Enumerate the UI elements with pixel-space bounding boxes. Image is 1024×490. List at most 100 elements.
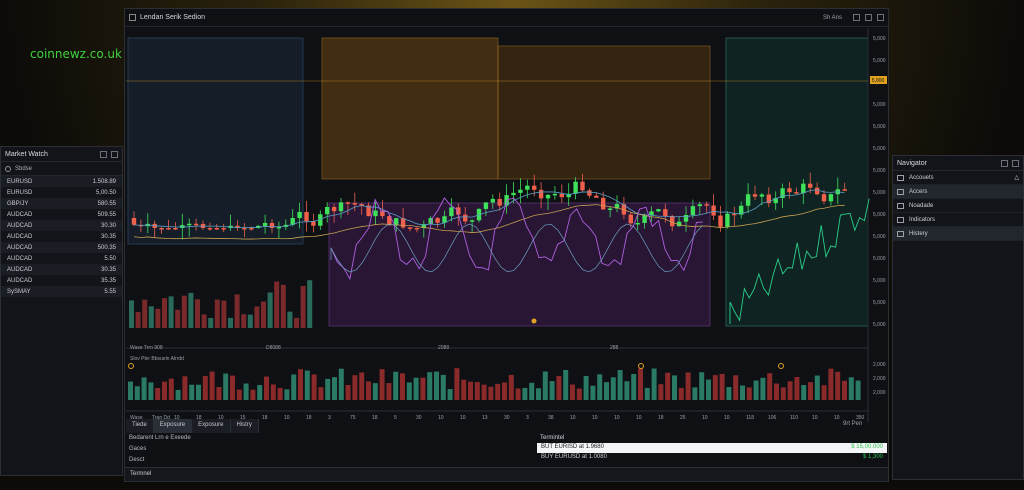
close-icon[interactable]: [877, 14, 884, 21]
trade-info-line: Desct: [129, 457, 145, 463]
market-watch-row[interactable]: AUDCAD 509.55: [1, 209, 122, 220]
candle-body: [814, 187, 820, 195]
market-watch-row[interactable]: AUDCAD 35.35: [1, 275, 122, 286]
timeframe-label: Sh Ans: [822, 14, 842, 21]
folder-icon: [897, 230, 904, 237]
volume-bar: [386, 383, 392, 400]
volume-bar: [270, 384, 276, 400]
navigator-item[interactable]: Histery: [893, 227, 1023, 241]
volume-bar: [468, 381, 473, 400]
symbol-price: 30.35: [100, 233, 116, 240]
volume-bar: [400, 373, 405, 400]
volume-bar: [461, 379, 467, 400]
volume-bar: [243, 383, 249, 400]
close-icon[interactable]: [1012, 159, 1019, 167]
volume-bar: [372, 383, 378, 400]
terminal-toolbox-label[interactable]: Termnel: [125, 467, 888, 481]
candle-body: [532, 185, 537, 190]
candle-body: [407, 227, 413, 229]
navigator-item[interactable]: Noadade: [893, 199, 1023, 213]
candle-body: [794, 192, 799, 194]
volume-bar: [685, 372, 691, 400]
volume-bar: [651, 368, 657, 400]
restore-icon[interactable]: [1001, 159, 1008, 167]
navigator-item[interactable]: Accouets △: [893, 171, 1023, 185]
app-icon: [129, 14, 136, 21]
market-watch-row[interactable]: AUDCAD 30.35: [1, 264, 122, 275]
candle-body: [718, 215, 723, 227]
candle-body: [759, 194, 765, 197]
volume-bar: [542, 371, 548, 400]
panel-label: 9rt Pen: [843, 421, 863, 427]
market-watch-row[interactable]: EURUSD 5,00.50: [1, 187, 122, 198]
market-watch-row[interactable]: EURUSD 1.508.89: [1, 176, 122, 187]
tab[interactable]: Exposure: [192, 419, 231, 433]
market-watch-row[interactable]: GBP/JY 580.55: [1, 198, 122, 209]
zone-highlight: [321, 37, 499, 180]
volume-bar: [427, 372, 433, 400]
tab[interactable]: Exposure: [153, 419, 193, 433]
volume-bar: [780, 387, 786, 400]
volume-bar: [332, 377, 337, 400]
navigator-item-label: Indicators: [909, 216, 936, 223]
indicator-label: Slov Pler Bbsueln Alrrdd: [130, 356, 184, 362]
volume-bar: [678, 387, 684, 400]
symbol-search[interactable]: Sbdse: [1, 162, 122, 176]
watermark: coinnewz.co.uk: [30, 47, 122, 61]
volume-bar: [274, 281, 280, 328]
price-tick-label: 5,000: [873, 190, 886, 196]
candle-body: [187, 223, 192, 226]
zone-highlight: [497, 45, 711, 180]
volume-bar: [842, 380, 847, 400]
restore-icon[interactable]: [100, 150, 107, 158]
time-tick-label: 10: [636, 415, 642, 421]
close-icon[interactable]: [111, 150, 118, 158]
window-title: Lendan Serik Sedion: [140, 14, 205, 21]
market-watch-row[interactable]: AUDCAD 30.35: [1, 231, 122, 242]
market-watch-row[interactable]: AUDCAD 5.50: [1, 253, 122, 264]
volume-bar: [188, 292, 194, 328]
candle-body: [842, 189, 847, 191]
candle-body: [469, 220, 475, 222]
market-watch-row[interactable]: SySMAY 5.55: [1, 286, 122, 297]
volume-bar: [726, 387, 732, 400]
chart-area[interactable]: 5,000 5,000 5,000 5,000 5,000 5,000 5,000 5,000…: [126, 28, 889, 422]
volume-bar: [195, 299, 200, 328]
order-row[interactable]: BUY EURUSD at 1.0080 $ 1,300: [537, 453, 887, 463]
current-price-label: 5,000: [872, 78, 885, 84]
candle-body: [166, 228, 171, 230]
price-tick-label: 5,000: [873, 58, 886, 64]
volume-bar: [307, 280, 313, 328]
volume-bar: [280, 284, 286, 328]
volume-bar: [597, 374, 603, 400]
volume-bar: [196, 384, 201, 400]
candle-body: [221, 228, 226, 230]
volume-bar: [672, 375, 677, 400]
volume-bar: [141, 377, 147, 400]
volume-bar: [318, 387, 324, 400]
price-tick-label: 5,000: [873, 322, 886, 328]
candle-body: [414, 228, 420, 230]
market-watch-row[interactable]: AUDCAD 500.35: [1, 242, 122, 253]
maximize-icon[interactable]: [865, 14, 872, 21]
volume-bar: [189, 384, 195, 400]
volume-bar: [148, 306, 154, 328]
volume-bar: [624, 381, 630, 400]
candle-body: [752, 194, 758, 197]
candle-body: [193, 223, 199, 226]
price-chart[interactable]: 5,000 5,000 5,000 5,000 5,000 5,000 5,000 5,000…: [126, 28, 889, 422]
navigator-item[interactable]: Accers: [893, 185, 1023, 199]
volume-bar: [481, 384, 487, 400]
price-tick-label: 5,000: [873, 36, 886, 42]
volume-bar: [617, 370, 623, 400]
tab[interactable]: Tiede: [126, 419, 154, 433]
tab[interactable]: Histry: [230, 419, 259, 433]
order-row[interactable]: BUT EURISD at 1.9680 $ 15,00.000: [537, 443, 887, 453]
time-tick-label: 25: [680, 415, 686, 421]
navigator-item[interactable]: Indicators: [893, 213, 1023, 227]
minimize-icon[interactable]: [853, 14, 860, 21]
market-watch-row[interactable]: AUDCAD 30.30: [1, 220, 122, 231]
volume-bar: [801, 384, 807, 400]
market-watch-list: EURUSD 1.508.89 EURUSD 5,00.50 GBP/JY 580.55 A…: [1, 176, 122, 297]
candle-body: [587, 190, 592, 196]
